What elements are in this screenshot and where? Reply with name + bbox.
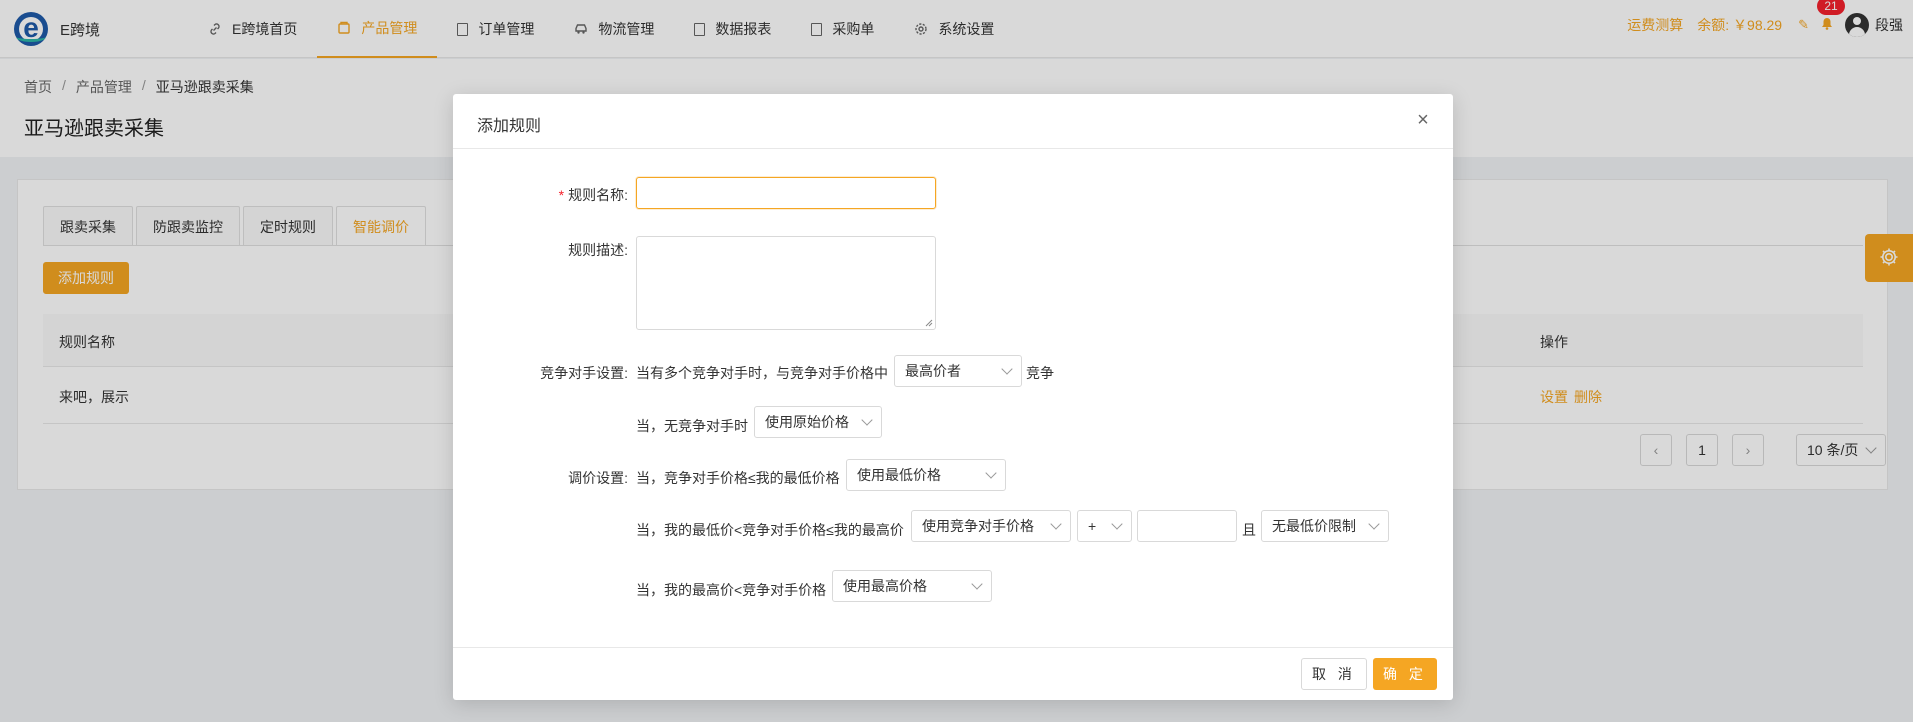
price-row1-select[interactable]: 使用最低价格: [846, 459, 1006, 491]
rule-desc-label: 规则描述:: [568, 242, 628, 258]
chevron-down-icon: [1368, 518, 1380, 530]
chevron-down-icon: [1050, 518, 1062, 530]
min-price-limit-select[interactable]: 无最低价限制: [1261, 510, 1389, 542]
price-row1-text: 当，竞争对手价格≤我的最低价格: [636, 470, 840, 486]
price-amount-input[interactable]: [1137, 510, 1237, 542]
rule-name-input[interactable]: [636, 177, 936, 209]
competitor-label: 竞争对手设置:: [540, 365, 628, 381]
chevron-down-icon: [985, 467, 997, 479]
chevron-down-icon: [861, 414, 873, 426]
add-rule-dialog: 添加规则 × * 规则名称: 规则描述: 竞争对手设置: 当有多个竞争对手时，与竞…: [453, 94, 1453, 700]
chevron-down-icon: [1001, 363, 1013, 375]
dialog-header: 添加规则 ×: [453, 94, 1453, 149]
price-operator-select[interactable]: +: [1077, 510, 1132, 542]
no-competitor-text: 当，无竞争对手时: [636, 418, 748, 434]
competitor-text: 当有多个竞争对手时，与竞争对手价格中: [636, 365, 888, 381]
price-setting-label: 调价设置:: [568, 470, 628, 486]
competitor-select[interactable]: 最高价者: [894, 355, 1022, 387]
price-row2-text: 当，我的最低价<竞争对手价格≤我的最高价: [636, 522, 904, 538]
and-text: 且: [1242, 522, 1256, 538]
dialog-title: 添加规则: [477, 118, 542, 135]
chevron-down-icon: [1111, 518, 1123, 530]
cancel-button[interactable]: 取 消: [1301, 658, 1367, 690]
no-competitor-select[interactable]: 使用原始价格: [754, 406, 882, 438]
competitor-text-suffix: 竞争: [1026, 365, 1054, 381]
resize-handle-icon[interactable]: [923, 317, 933, 327]
price-row2-select[interactable]: 使用竞争对手价格: [911, 510, 1071, 542]
dialog-footer: 取 消 确 定: [453, 647, 1453, 700]
price-row3-text: 当，我的最高价<竞争对手价格: [636, 582, 827, 598]
confirm-button[interactable]: 确 定: [1373, 658, 1437, 690]
rule-desc-textarea[interactable]: [636, 236, 936, 330]
close-icon[interactable]: ×: [1413, 110, 1433, 130]
price-row3-select[interactable]: 使用最高价格: [832, 570, 992, 602]
rule-name-label: * 规则名称:: [558, 187, 628, 203]
chevron-down-icon: [971, 578, 983, 590]
